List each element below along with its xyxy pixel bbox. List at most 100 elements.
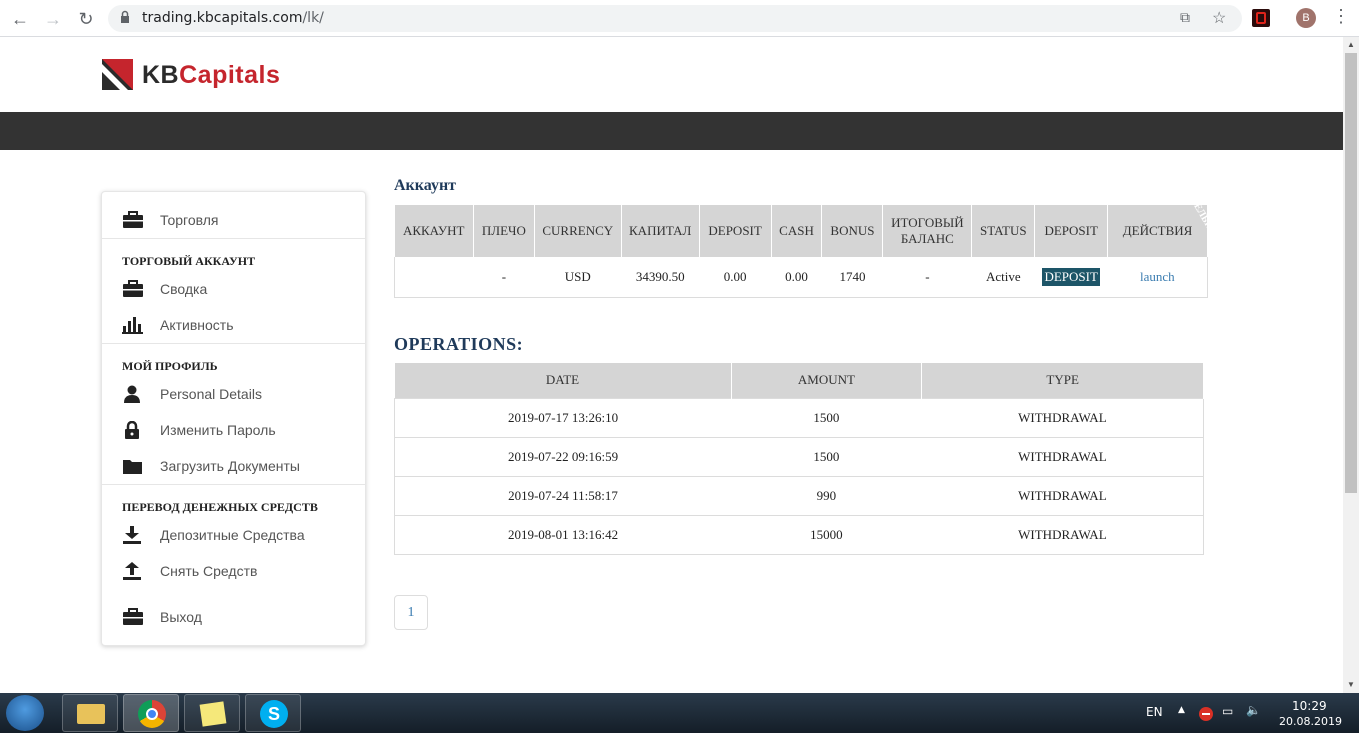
scroll-up-icon[interactable]: ▲: [1347, 40, 1355, 49]
cash-cell: 0.00: [771, 257, 822, 298]
amount-cell: 990: [731, 475, 922, 516]
table-header-row: DATE AMOUNT TYPE: [394, 363, 1204, 398]
lock-icon: [121, 10, 129, 23]
type-cell: WITHDRAWAL: [921, 436, 1204, 477]
total-balance-cell: -: [882, 257, 972, 298]
translate-icon[interactable]: ⧉: [1180, 9, 1190, 26]
bonus-cell: 1740: [821, 257, 883, 298]
browser-toolbar: ← → ↻ trading.kbcapitals.com/lk/ ⧉ ☆ B ⋮: [0, 0, 1359, 37]
sidebar-item-label: Снять Средств: [160, 563, 258, 579]
column-header: DATE: [394, 363, 732, 398]
reload-icon[interactable]: ↻: [74, 7, 98, 31]
section-heading-my-profile: МОЙ ПРОФИЛЬ: [122, 359, 218, 373]
sidebar-item-withdraw-funds[interactable]: Снять Средств: [102, 553, 365, 589]
download-icon: [123, 526, 141, 544]
scrollbar-thumb[interactable]: [1345, 53, 1357, 493]
sidebar-item-personal-details[interactable]: Personal Details: [102, 376, 365, 412]
column-header-label: ДЕЙСТВИЯ: [1122, 223, 1193, 238]
chrome-icon[interactable]: [123, 694, 179, 732]
amount-cell: 1500: [731, 436, 922, 477]
briefcase-icon: [123, 211, 143, 228]
column-header: BONUS: [821, 205, 884, 257]
bar-chart-icon: [122, 317, 143, 334]
table-row: 2019-07-24 11:58:17 990 WITHDRAWAL: [394, 475, 1204, 516]
pdf-extension-icon[interactable]: [1252, 9, 1270, 27]
page-scrollbar[interactable]: ▲ ▼: [1343, 37, 1359, 693]
section-heading-trading-account: ТОРГОВЫЙ АККАУНТ: [122, 254, 256, 268]
lock-icon: [125, 421, 139, 439]
page-title: Аккаунт: [394, 177, 457, 194]
sidebar-item-logout[interactable]: Выход: [102, 599, 365, 635]
operations-table: DATE AMOUNT TYPE 2019-07-17 13:26:10 150…: [394, 363, 1204, 555]
sidebar-item-label: Загрузить Документы: [160, 458, 300, 474]
sidebar-item-deposit-funds[interactable]: Депозитные Средства: [102, 517, 365, 553]
pagination-page-button[interactable]: 1: [394, 595, 428, 630]
date-cell: 2019-08-01 13:16:42: [394, 514, 732, 555]
forward-arrow-icon[interactable]: →: [41, 7, 65, 31]
account-number-cell: [394, 257, 474, 298]
profile-avatar[interactable]: B: [1296, 8, 1316, 28]
type-cell: WITHDRAWAL: [921, 397, 1204, 438]
sidebar: Торговля ТОРГОВЫЙ АККАУНТ Сводка Активно…: [101, 191, 366, 646]
table-row: - USD 34390.50 0.00 0.00 1740 - Active D…: [394, 257, 1208, 298]
logo-wordmark[interactable]: KBCapitals: [142, 61, 280, 90]
bookmark-star-icon[interactable]: ☆: [1212, 8, 1226, 28]
sidebar-item-label: Выход: [160, 609, 202, 625]
sidebar-item-summary[interactable]: Сводка: [102, 271, 365, 307]
sidebar-item-activity[interactable]: Активность: [102, 307, 365, 343]
logo-icon: [102, 59, 133, 90]
column-header: ПЛЕЧО: [473, 205, 535, 257]
clock-date[interactable]: 20.08.2019: [1279, 715, 1342, 728]
table-row: 2019-07-17 13:26:10 1500 WITHDRAWAL: [394, 397, 1204, 438]
type-cell: WITHDRAWAL: [921, 514, 1204, 555]
column-header: ДЕЙСТВИЯ ЕЛЬН: [1107, 205, 1208, 257]
sidebar-item-change-password[interactable]: Изменить Пароль: [102, 412, 365, 448]
column-header-overflow-text: ЕЛЬН: [1190, 205, 1208, 232]
site-header: KBCapitals: [0, 37, 1343, 112]
column-header: DEPOSIT: [699, 205, 772, 257]
back-arrow-icon[interactable]: ←: [8, 7, 32, 31]
windows-start-icon[interactable]: [6, 695, 44, 731]
user-icon: [124, 385, 140, 403]
date-cell: 2019-07-24 11:58:17: [394, 475, 732, 516]
sticky-notes-icon[interactable]: [184, 694, 240, 732]
column-header: AMOUNT: [731, 363, 923, 398]
menu-kebab-icon[interactable]: ⋮: [1332, 6, 1350, 27]
briefcase-icon: [123, 280, 143, 297]
notification-blocked-icon[interactable]: [1199, 707, 1213, 721]
sidebar-item-upload-documents[interactable]: Загрузить Документы: [102, 448, 365, 484]
sidebar-item-label: Торговля: [160, 212, 219, 228]
sidebar-item-label: Изменить Пароль: [160, 422, 276, 438]
amount-cell: 1500: [731, 397, 922, 438]
address-bar[interactable]: trading.kbcapitals.com/lk/ ⧉ ☆: [108, 5, 1242, 32]
currency-cell: USD: [534, 257, 622, 298]
briefcase-icon: [123, 608, 143, 625]
volume-icon[interactable]: 🔈: [1246, 703, 1261, 717]
deposit-action-cell: DEPOSIT: [1034, 257, 1108, 298]
date-cell: 2019-07-17 13:26:10: [394, 397, 732, 438]
sidebar-item-label: Personal Details: [160, 386, 262, 402]
sidebar-item-trading[interactable]: Торговля: [102, 202, 365, 238]
file-explorer-icon[interactable]: [62, 694, 118, 732]
launch-link[interactable]: launch: [1140, 269, 1175, 284]
column-header: АККАУНТ: [394, 205, 474, 257]
clock-time[interactable]: 10:29: [1292, 699, 1327, 713]
actions-cell: launch: [1107, 257, 1208, 298]
leverage-cell: -: [473, 257, 535, 298]
tray-expand-icon[interactable]: ▲: [1178, 705, 1185, 715]
network-icon[interactable]: ▭: [1222, 704, 1233, 718]
table-row: 2019-08-01 13:16:42 15000 WITHDRAWAL: [394, 514, 1204, 555]
url-text: trading.kbcapitals.com/lk/: [142, 10, 324, 26]
section-heading-money-transfer: ПЕРЕВОД ДЕНЕЖНЫХ СРЕДСТВ: [122, 500, 318, 514]
deposit-button[interactable]: DEPOSIT: [1042, 267, 1100, 286]
folder-icon: [123, 460, 142, 474]
skype-icon[interactable]: S: [245, 694, 301, 732]
scroll-down-icon[interactable]: ▼: [1347, 680, 1355, 689]
sidebar-item-label: Депозитные Средства: [160, 527, 305, 543]
column-header: DEPOSIT: [1034, 205, 1109, 257]
amount-cell: 15000: [731, 514, 922, 555]
divider: [102, 484, 365, 485]
date-cell: 2019-07-22 09:16:59: [394, 436, 732, 477]
language-indicator[interactable]: EN: [1146, 705, 1163, 719]
operations-title: OPERATIONS:: [394, 334, 524, 354]
